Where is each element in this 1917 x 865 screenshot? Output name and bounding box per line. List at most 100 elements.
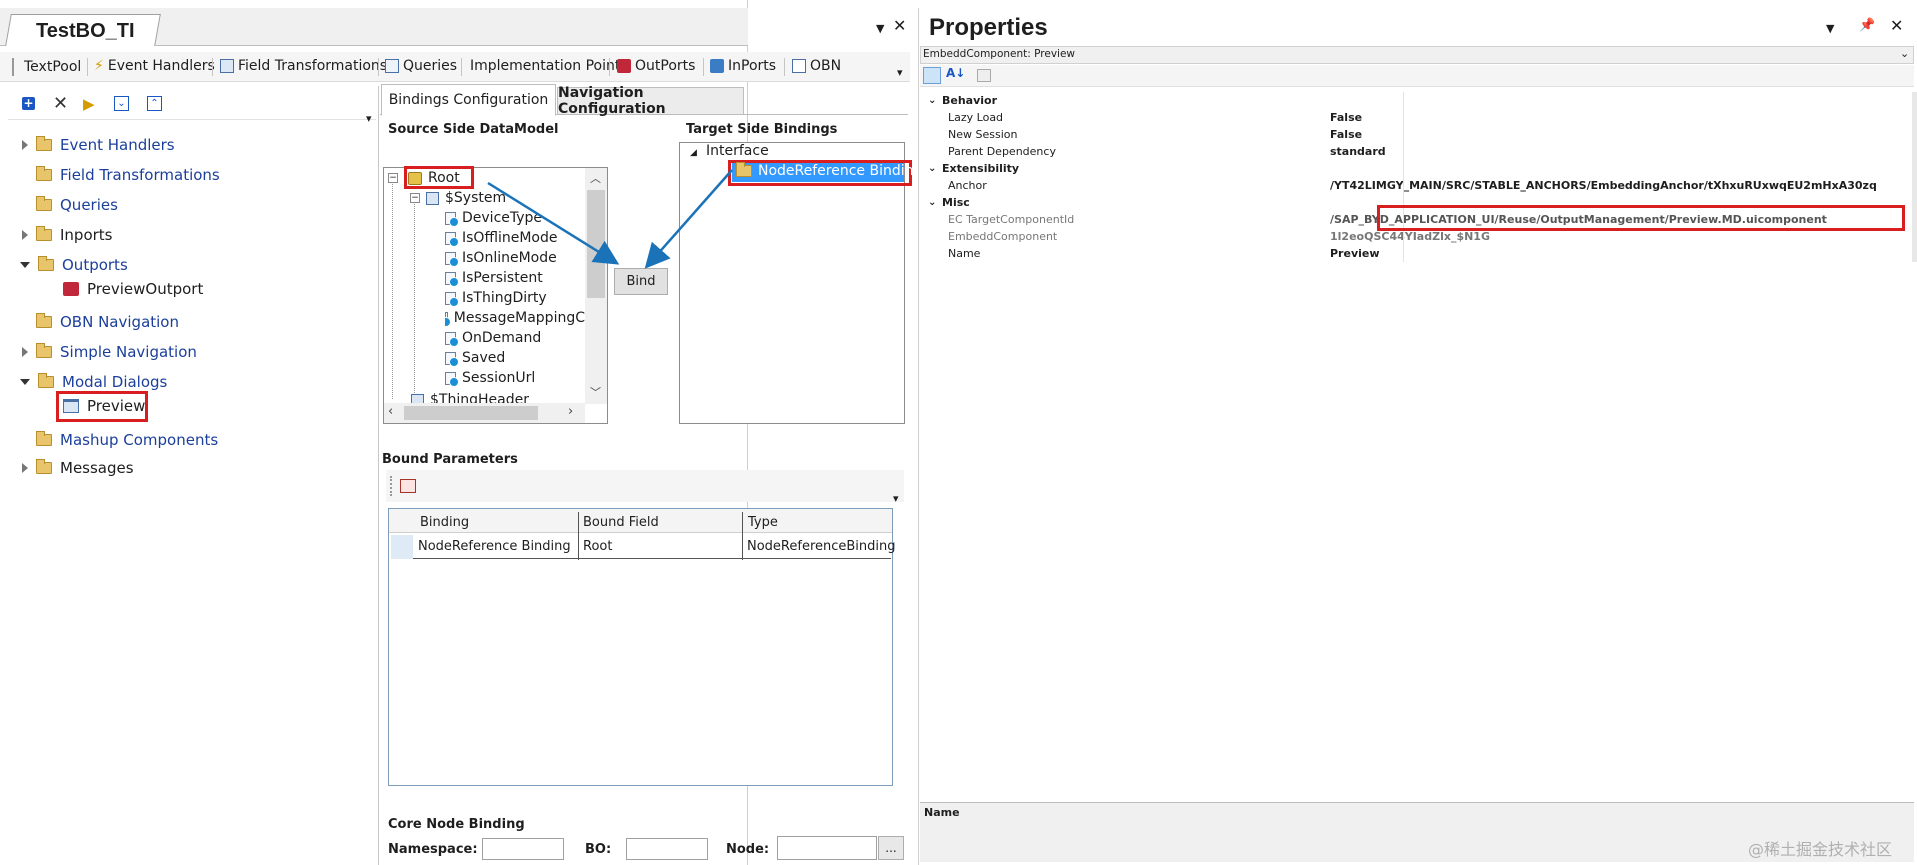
node-label: $ThingHeader bbox=[430, 392, 529, 403]
property-pages-icon[interactable] bbox=[977, 69, 991, 82]
property-anchor[interactable]: Anchor/YT42LIMGY_MAIN/SRC/STABLE_ANCHORS… bbox=[920, 177, 1914, 194]
tree-item-queries[interactable]: Queries bbox=[36, 196, 118, 214]
delete-row-icon[interactable] bbox=[400, 479, 416, 493]
categorized-icon[interactable] bbox=[923, 67, 941, 84]
tree-item-label: PreviewOutport bbox=[87, 280, 204, 298]
tree-item-inports[interactable]: Inports bbox=[22, 226, 113, 244]
tree-item-simple-navigation[interactable]: Simple Navigation bbox=[22, 343, 197, 361]
table-header-type[interactable]: Type bbox=[748, 515, 778, 530]
outport-icon bbox=[63, 282, 79, 296]
scroll-hthumb[interactable] bbox=[404, 406, 538, 420]
property-value[interactable]: Preview bbox=[1330, 247, 1380, 260]
toolbar-obn[interactable]: OBN bbox=[792, 58, 841, 74]
table-cell-type[interactable]: NodeReferenceBinding bbox=[747, 539, 896, 554]
tree-toolbar-overflow-icon[interactable]: ▾ bbox=[366, 112, 372, 125]
table-row-selector[interactable] bbox=[391, 535, 413, 559]
run-icon[interactable]: ▶ bbox=[83, 95, 95, 113]
tree-item-obn-navigation[interactable]: OBN Navigation bbox=[36, 313, 179, 331]
node-label: OnDemand bbox=[462, 330, 542, 346]
toolbar-outports[interactable]: OutPorts bbox=[617, 58, 695, 74]
pin-icon[interactable]: 📌 bbox=[1859, 18, 1875, 33]
expand-all-icon[interactable]: ⌄ bbox=[114, 96, 129, 111]
toolbar-textpool[interactable]: TextPool bbox=[12, 58, 81, 76]
property-new-session[interactable]: New Session False bbox=[920, 126, 1914, 143]
tab-navigation-configuration[interactable]: Navigation Configuration bbox=[557, 85, 744, 117]
property-value[interactable]: standard bbox=[1330, 145, 1386, 158]
property-value[interactable]: 1l2eoQSC44YIadZlx_$N1G bbox=[1330, 230, 1490, 243]
target-node-nodereference-binding[interactable]: NodeReference Binding bbox=[736, 162, 922, 179]
property-name-row[interactable]: Name Preview bbox=[920, 245, 1914, 262]
category-collapse-icon[interactable]: ⌄ bbox=[928, 95, 936, 106]
category-label: Behavior bbox=[942, 94, 998, 107]
tree-item-label: OBN Navigation bbox=[60, 313, 179, 331]
tree-item-event-handlers[interactable]: Event Handlers bbox=[22, 136, 175, 154]
tree-item-preview-outport[interactable]: PreviewOutport bbox=[63, 280, 203, 298]
property-value[interactable]: False bbox=[1330, 111, 1362, 124]
toolbar-inports[interactable]: InPorts bbox=[710, 58, 776, 74]
category-label: Misc bbox=[942, 196, 970, 209]
expand-arrow-icon[interactable] bbox=[22, 463, 28, 473]
category-behavior[interactable]: ⌄ Behavior bbox=[920, 92, 1914, 109]
source-node-messagemapping[interactable]: MessageMappingC bbox=[445, 310, 585, 326]
scroll-down-icon[interactable]: ﹀ bbox=[590, 384, 601, 400]
folder-icon bbox=[36, 196, 52, 211]
delete-icon[interactable]: ✕ bbox=[53, 93, 68, 114]
properties-dropdown-icon[interactable]: ▼ bbox=[1826, 22, 1834, 35]
source-node-sessionurl[interactable]: SessionUrl bbox=[445, 370, 536, 387]
table-header-bound-field[interactable]: Bound Field bbox=[583, 515, 659, 530]
property-parent-dependency[interactable]: Parent Dependency standard bbox=[920, 143, 1914, 160]
bound-params-overflow-icon[interactable]: ▾ bbox=[893, 492, 899, 505]
toolbar-implementation-points[interactable]: Implementation Points bbox=[470, 58, 628, 74]
source-side-title: Source Side DataModel bbox=[388, 122, 559, 137]
add-icon[interactable]: + bbox=[22, 97, 35, 110]
collapse-all-icon[interactable]: ⌃ bbox=[147, 96, 162, 111]
alphabetical-icon[interactable]: A↓ bbox=[946, 66, 965, 80]
bo-field[interactable] bbox=[626, 838, 708, 860]
property-value[interactable]: False bbox=[1330, 128, 1362, 141]
collapse-arrow-icon[interactable] bbox=[20, 262, 30, 268]
close-icon[interactable]: ✕ bbox=[893, 16, 906, 35]
toolbar-queries[interactable]: Queries bbox=[385, 58, 457, 74]
tree-item-outports[interactable]: Outports bbox=[20, 256, 128, 274]
core-node-binding-title: Core Node Binding bbox=[388, 817, 525, 832]
tree-item-field-transformations[interactable]: Field Transformations bbox=[36, 166, 220, 184]
tree-item-label: Inports bbox=[60, 226, 113, 244]
folder-icon bbox=[38, 373, 54, 388]
table-cell-binding[interactable]: NodeReference Binding bbox=[418, 539, 571, 554]
node-field[interactable] bbox=[777, 836, 877, 860]
category-extensibility[interactable]: ⌄ Extensibility bbox=[920, 160, 1914, 177]
tab-bindings-configuration[interactable]: Bindings Configuration bbox=[381, 84, 556, 116]
toolbar-separator bbox=[461, 58, 462, 76]
source-node-thingheader-clip: $ThingHeader bbox=[405, 392, 585, 403]
scroll-right-icon[interactable]: › bbox=[568, 404, 573, 419]
toolbar-overflow-icon[interactable]: ▾ bbox=[897, 66, 903, 79]
expand-arrow-icon[interactable] bbox=[22, 230, 28, 240]
chevron-down-icon[interactable]: ▼ bbox=[876, 22, 884, 35]
tree-item-messages[interactable]: Messages bbox=[22, 459, 134, 477]
toolbar-field-transformations[interactable]: Field Transformations bbox=[220, 58, 387, 74]
table-cell-bound-field[interactable]: Root bbox=[583, 539, 612, 554]
source-node-thingheader[interactable]: $ThingHeader bbox=[411, 392, 529, 403]
target-side-title: Target Side Bindings bbox=[686, 122, 838, 137]
expand-arrow-icon[interactable] bbox=[22, 140, 28, 150]
toolbar-event-handlers[interactable]: ⚡ Event Handlers bbox=[94, 58, 215, 74]
collapse-arrow-icon[interactable] bbox=[20, 379, 30, 385]
source-node-saved[interactable]: Saved bbox=[445, 350, 505, 367]
source-node-ondemand[interactable]: OnDemand bbox=[445, 330, 542, 347]
namespace-field[interactable] bbox=[482, 838, 564, 860]
tree-item-mashup-components[interactable]: Mashup Components bbox=[36, 431, 218, 449]
property-lazy-load[interactable]: Lazy Load False bbox=[920, 109, 1914, 126]
tree-item-preview[interactable]: Preview bbox=[63, 397, 145, 415]
tree-item-modal-dialogs[interactable]: Modal Dialogs bbox=[20, 373, 167, 391]
properties-close-icon[interactable]: ✕ bbox=[1890, 16, 1903, 35]
expand-arrow-icon[interactable] bbox=[22, 347, 28, 357]
category-collapse-icon[interactable]: ⌄ bbox=[928, 163, 936, 174]
node-label: SessionUrl bbox=[462, 370, 536, 386]
property-value[interactable]: /YT42LIMGY_MAIN/SRC/STABLE_ANCHORS/Embed… bbox=[1330, 179, 1877, 192]
category-collapse-icon[interactable]: ⌄ bbox=[928, 197, 936, 208]
node-browse-button[interactable]: ... bbox=[878, 836, 904, 860]
scroll-left-icon[interactable]: ‹ bbox=[388, 404, 393, 419]
obn-icon bbox=[792, 59, 806, 73]
object-selector-chevron-icon[interactable]: ⌄ bbox=[1900, 47, 1909, 60]
table-header-binding[interactable]: Binding bbox=[420, 515, 469, 530]
